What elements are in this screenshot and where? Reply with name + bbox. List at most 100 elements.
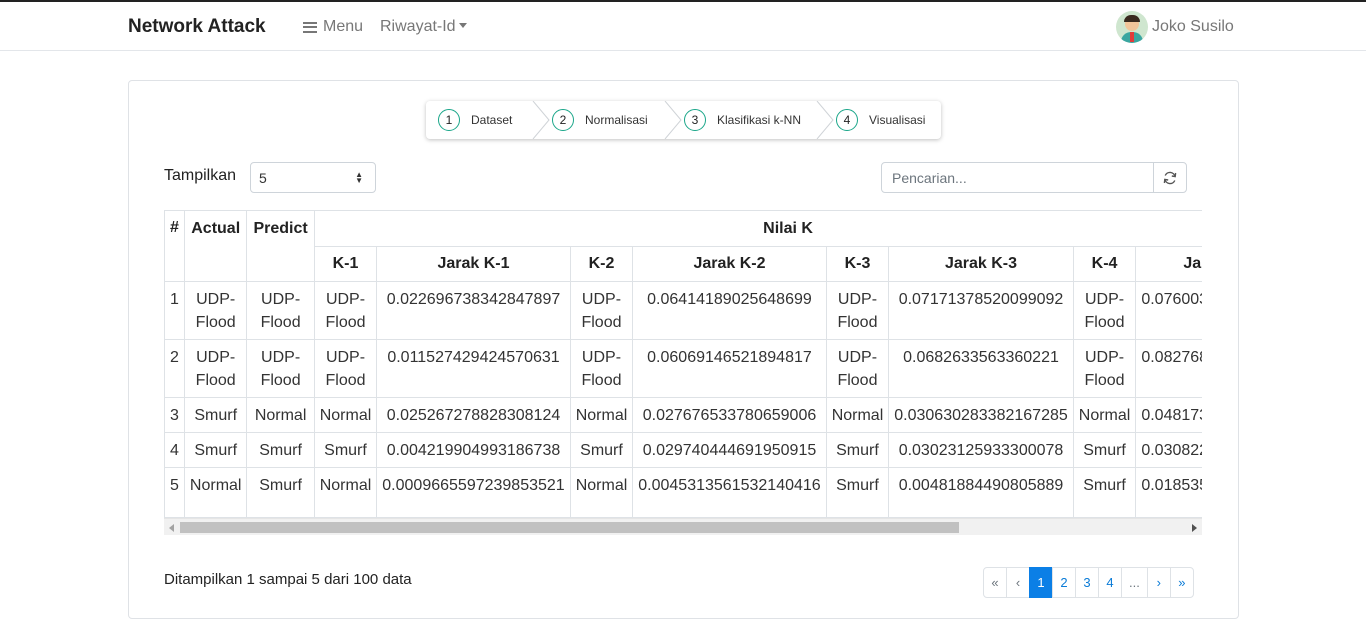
cell-predict: Normal bbox=[246, 397, 315, 433]
cell-k4: Normal bbox=[1072, 397, 1137, 433]
chevron-separator-icon bbox=[664, 101, 682, 139]
brand-title[interactable]: Network Attack bbox=[128, 16, 266, 38]
page-size-label: Tampilkan bbox=[164, 167, 237, 184]
cell-k4: Smurf bbox=[1072, 432, 1137, 468]
cell-k4: Smurf bbox=[1072, 467, 1137, 518]
cell-jarak-k3: 0.0682633563360221 bbox=[888, 339, 1074, 398]
cell-jarak-k4: 0.07600384124 bbox=[1135, 281, 1202, 340]
page-ellipsis: ... bbox=[1121, 567, 1148, 598]
cell-k1: Normal bbox=[313, 397, 378, 433]
cell-jarak-k3: 0.03023125933300078 bbox=[888, 432, 1074, 468]
search-input[interactable]: Pencarian... bbox=[881, 162, 1154, 193]
pagination-info: Ditampilkan 1 sampai 5 dari 100 data bbox=[164, 571, 412, 588]
select-arrows-icon: ▲ ▼ bbox=[355, 170, 363, 185]
cell-actual: Normal bbox=[183, 467, 248, 518]
pagination: « ‹ 1 2 3 4 ... › » bbox=[983, 567, 1194, 598]
step-visualisasi[interactable]: 4 Visualisasi bbox=[834, 101, 941, 139]
cell-k3: UDP-Flood bbox=[825, 339, 890, 398]
cell-k1: Smurf bbox=[313, 432, 378, 468]
cell-k2: Smurf bbox=[569, 432, 634, 468]
scroll-left-arrow-icon[interactable] bbox=[169, 524, 174, 532]
col-header-jarak-k4: Jarak K-4 bbox=[1135, 246, 1202, 282]
page-size-value: 5 bbox=[259, 170, 267, 186]
cell-k1: Normal bbox=[313, 467, 378, 518]
cell-no: 2 bbox=[164, 339, 185, 398]
chevron-separator-icon bbox=[532, 101, 550, 139]
cell-jarak-k4: 0.03082218795 bbox=[1135, 432, 1202, 468]
page-button-2[interactable]: 2 bbox=[1052, 567, 1076, 598]
page-first-button[interactable]: « bbox=[983, 567, 1007, 598]
cell-jarak-k4: 0.04817373869 bbox=[1135, 397, 1202, 433]
table-row: 5 Normal Smurf Normal 0.0009665597239853… bbox=[164, 467, 1202, 518]
menu-toggle[interactable]: Menu bbox=[303, 18, 363, 36]
col-header-jarak-k1: Jarak K-1 bbox=[376, 246, 571, 282]
cell-k3: Normal bbox=[825, 397, 890, 433]
step-label: Normalisasi bbox=[585, 113, 648, 127]
cell-jarak-k3: 0.00481884490805889 bbox=[888, 467, 1074, 518]
cell-jarak-k2: 0.06414189025648699 bbox=[632, 281, 827, 340]
step-klasifikasi[interactable]: 3 Klasifikasi k-NN bbox=[682, 101, 834, 139]
cell-jarak-k3: 0.030630283382167285 bbox=[888, 397, 1074, 433]
cell-actual: UDP-Flood bbox=[183, 281, 248, 340]
user-menu[interactable]: Joko Susilo bbox=[1116, 11, 1234, 43]
cell-no: 1 bbox=[164, 281, 185, 340]
table-row: 2 UDP-Flood UDP-Flood UDP-Flood 0.011527… bbox=[164, 339, 1202, 398]
cell-no: 5 bbox=[164, 467, 185, 518]
page-prev-button[interactable]: ‹ bbox=[1006, 567, 1030, 598]
cell-jarak-k1: 0.025267278828308124 bbox=[376, 397, 571, 433]
refresh-icon bbox=[1163, 171, 1177, 184]
refresh-button[interactable] bbox=[1153, 162, 1187, 193]
cell-actual: UDP-Flood bbox=[183, 339, 248, 398]
page-button-3[interactable]: 3 bbox=[1075, 567, 1099, 598]
results-table: # Actual Predict Nilai K K-1 Jarak K-1 K… bbox=[164, 210, 1202, 518]
page-button-1[interactable]: 1 bbox=[1029, 567, 1053, 598]
page-last-button[interactable]: » bbox=[1169, 567, 1194, 598]
cell-predict: Smurf bbox=[246, 432, 315, 468]
chevron-separator-icon bbox=[816, 101, 834, 139]
step-wizard: 1 Dataset 2 Normalisasi 3 Klasifikasi k-… bbox=[426, 101, 941, 139]
cell-k3: Smurf bbox=[825, 432, 890, 468]
cell-predict: Smurf bbox=[246, 467, 315, 518]
main-card: 1 Dataset 2 Normalisasi 3 Klasifikasi k-… bbox=[128, 80, 1239, 619]
step-label: Klasifikasi k-NN bbox=[717, 113, 802, 127]
table-row: 3 Smurf Normal Normal 0.0252672788283081… bbox=[164, 397, 1202, 433]
scrollbar-thumb[interactable] bbox=[180, 522, 959, 533]
cell-k2: Normal bbox=[569, 467, 634, 518]
col-header-k3: K-3 bbox=[825, 246, 890, 282]
riwayat-label: Riwayat-Id bbox=[380, 18, 456, 35]
results-table-container[interactable]: # Actual Predict Nilai K K-1 Jarak K-1 K… bbox=[164, 210, 1202, 535]
cell-k1: UDP-Flood bbox=[313, 281, 378, 340]
cell-jarak-k2: 0.06069146521894817 bbox=[632, 339, 827, 398]
step-number: 3 bbox=[684, 109, 706, 131]
col-header-k1: K-1 bbox=[313, 246, 378, 282]
menu-label: Menu bbox=[323, 18, 364, 35]
hamburger-icon bbox=[303, 21, 317, 33]
step-dataset[interactable]: 1 Dataset bbox=[426, 101, 550, 139]
col-header-k2: K-2 bbox=[569, 246, 634, 282]
riwayat-dropdown[interactable]: Riwayat-Id bbox=[380, 18, 467, 36]
table-row: 4 Smurf Smurf Smurf 0.004219904993186738… bbox=[164, 432, 1202, 468]
horizontal-scrollbar[interactable] bbox=[164, 518, 1202, 535]
avatar bbox=[1116, 11, 1148, 43]
cell-k4: UDP-Flood bbox=[1072, 339, 1137, 398]
cell-k1: UDP-Flood bbox=[313, 339, 378, 398]
user-name: Joko Susilo bbox=[1152, 18, 1234, 35]
cell-no: 4 bbox=[164, 432, 185, 468]
top-navbar: Network Attack Menu Riwayat-Id Joko Susi… bbox=[0, 2, 1366, 51]
cell-k3: Smurf bbox=[825, 467, 890, 518]
cell-jarak-k3: 0.07171378520099092 bbox=[888, 281, 1074, 340]
step-normalisasi[interactable]: 2 Normalisasi bbox=[550, 101, 682, 139]
cell-k2: UDP-Flood bbox=[569, 281, 634, 340]
cell-jarak-k2: 0.029740444691950915 bbox=[632, 432, 827, 468]
page-next-button[interactable]: › bbox=[1146, 567, 1171, 598]
cell-jarak-k1: 0.011527429424570631 bbox=[376, 339, 571, 398]
cell-k2: Normal bbox=[569, 397, 634, 433]
step-label: Dataset bbox=[471, 113, 513, 127]
cell-k4: UDP-Flood bbox=[1072, 281, 1137, 340]
page-button-4[interactable]: 4 bbox=[1098, 567, 1122, 598]
step-number: 2 bbox=[552, 109, 574, 131]
table-row: 1 UDP-Flood UDP-Flood UDP-Flood 0.022696… bbox=[164, 281, 1202, 340]
scroll-right-arrow-icon[interactable] bbox=[1192, 524, 1197, 532]
col-header-jarak-k3: Jarak K-3 bbox=[888, 246, 1074, 282]
page-size-select[interactable]: 5 ▲ ▼ bbox=[250, 162, 376, 193]
